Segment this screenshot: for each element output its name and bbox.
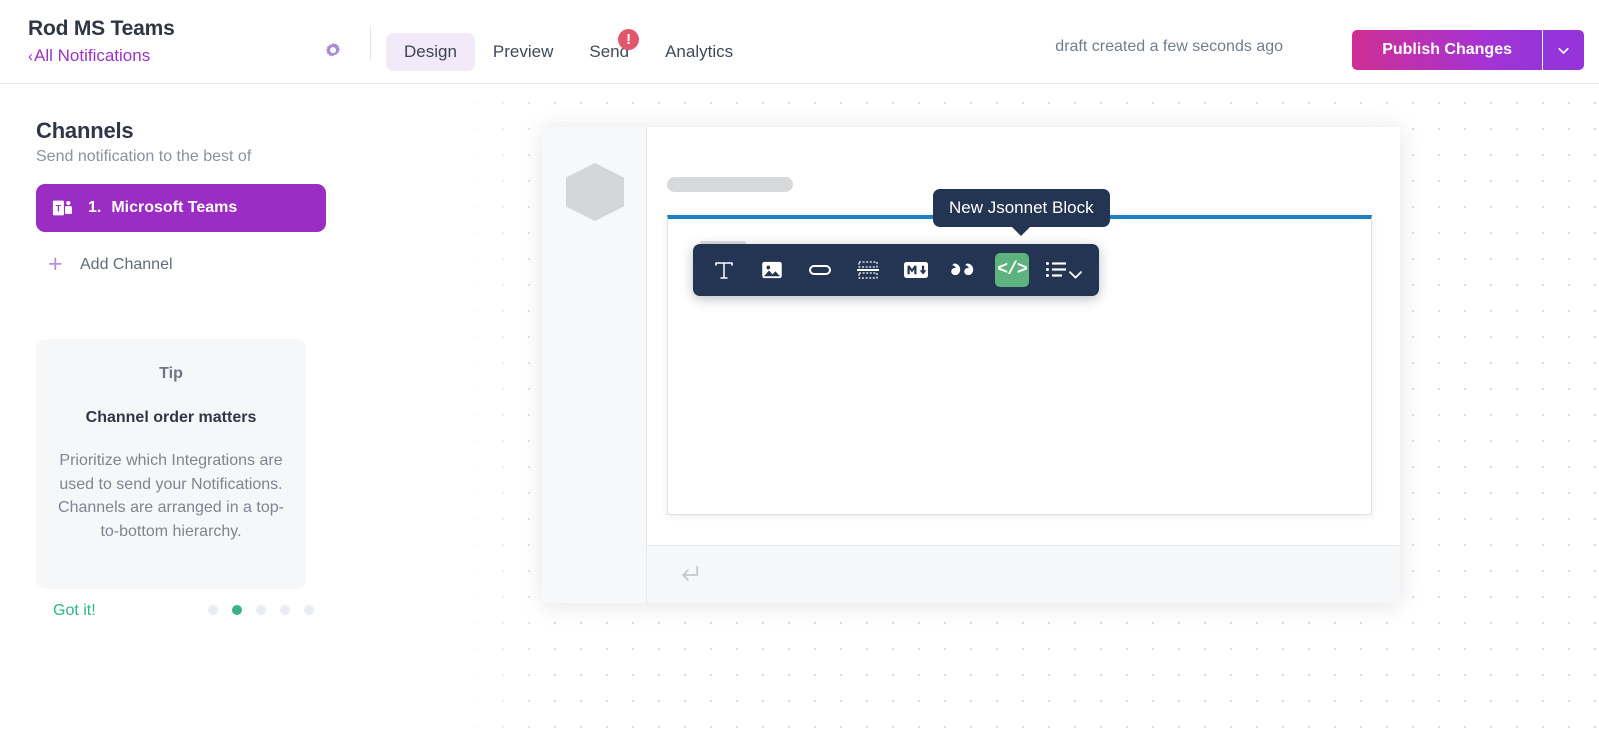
add-channel-label: Add Channel — [80, 255, 173, 273]
top-bar: Rod MS Teams ‹All Notifications Design P… — [0, 0, 1599, 84]
design-canvas[interactable]: New Jsonnet Block </> — [430, 84, 1599, 743]
carousel-dot-active[interactable] — [232, 605, 242, 615]
page-title: Rod MS Teams — [28, 17, 175, 40]
reply-arrow-icon[interactable] — [675, 561, 703, 589]
text-T-icon — [715, 262, 733, 279]
title-placeholder-bar — [667, 177, 793, 192]
svg-text:T: T — [56, 203, 62, 213]
channel-name-label: Microsoft Teams — [111, 199, 238, 216]
chevron-down-icon — [1558, 47, 1569, 54]
quote-block-button[interactable] — [947, 253, 981, 287]
draft-status-text: draft created a few seconds ago — [1055, 38, 1283, 55]
image-icon — [762, 261, 782, 279]
tab-preview[interactable]: Preview — [475, 33, 571, 71]
block-tooltip: New Jsonnet Block — [933, 189, 1110, 236]
plus-icon: + — [48, 250, 63, 278]
tab-analytics-label: Analytics — [665, 42, 734, 61]
channels-sidebar: Channels Send notification to the best o… — [0, 84, 430, 743]
carousel-dot[interactable] — [304, 605, 314, 615]
tip-title: Channel order matters — [85, 409, 257, 426]
back-to-all-notifications-link[interactable]: ‹All Notifications — [28, 44, 175, 69]
card-footer — [647, 545, 1400, 603]
markdown-block-button[interactable] — [899, 253, 933, 287]
image-block-button[interactable] — [755, 253, 789, 287]
button-pill-icon — [809, 265, 831, 275]
tab-preview-label: Preview — [492, 42, 554, 61]
sidebar-item-microsoft-teams[interactable]: T 1. Microsoft Teams — [36, 184, 326, 232]
carousel-dot[interactable] — [256, 605, 266, 615]
publish-options-button[interactable] — [1542, 30, 1584, 70]
block-insert-toolbar: </> — [693, 244, 1099, 296]
main-tabs: Design Preview Send ! Analytics — [386, 29, 751, 71]
tip-eyebrow: Tip — [159, 365, 183, 382]
gear-icon — [326, 42, 340, 57]
text-block-button[interactable] — [707, 253, 741, 287]
tab-design[interactable]: Design — [386, 33, 475, 71]
jsonnet-block-button[interactable]: </> — [995, 253, 1029, 287]
tip-carousel-dots — [208, 605, 314, 615]
header-divider — [370, 26, 371, 60]
channel-order-number: 1. — [88, 199, 102, 216]
tab-analytics[interactable]: Analytics — [647, 33, 751, 71]
channels-heading: Channels — [36, 118, 134, 143]
carousel-dot[interactable] — [280, 605, 290, 615]
divider-icon — [857, 261, 879, 279]
send-alert-badge: ! — [618, 29, 640, 50]
carousel-dot[interactable] — [208, 605, 218, 615]
channels-subheading: Send notification to the best of — [36, 148, 252, 165]
publish-button-group: Publish Changes — [1352, 30, 1584, 70]
code-icon: </> — [997, 260, 1027, 280]
brand: Rod MS Teams ‹All Notifications — [28, 16, 175, 69]
add-channel-button[interactable]: + Add Channel — [48, 252, 173, 277]
tip-card: Tip Channel order matters Prioritize whi… — [36, 339, 306, 589]
card-avatar-rail — [542, 127, 647, 603]
hexagon-avatar-placeholder — [566, 163, 624, 221]
microsoft-teams-icon: T — [52, 197, 74, 219]
tab-design-label: Design — [404, 42, 457, 61]
canvas-left-fade — [430, 84, 550, 743]
markdown-icon — [904, 262, 928, 278]
quote-icon — [951, 263, 974, 276]
more-blocks-button[interactable] — [1043, 256, 1085, 284]
tip-dismiss-button[interactable]: Got it! — [53, 602, 96, 620]
tab-send[interactable]: Send ! — [571, 29, 647, 71]
publish-changes-button[interactable]: Publish Changes — [1352, 30, 1542, 70]
chevron-down-icon — [1069, 271, 1082, 279]
settings-button[interactable] — [318, 36, 348, 66]
back-link-label: All Notifications — [34, 46, 151, 65]
divider-block-button[interactable] — [851, 253, 885, 287]
chevron-left-icon: ‹ — [28, 48, 33, 65]
button-block-button[interactable] — [803, 253, 837, 287]
tip-body: Prioritize which Integrations are used t… — [58, 452, 284, 540]
